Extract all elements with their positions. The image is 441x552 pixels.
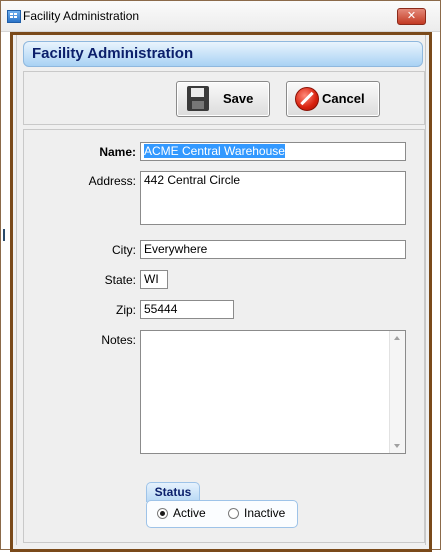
title-bar[interactable]: Facility Administration ✕ xyxy=(1,1,440,32)
facility-admin-window: Facility Administration ✕ Facility Admin… xyxy=(0,0,441,552)
city-input[interactable]: Everywhere xyxy=(140,240,406,259)
name-input-value: ACME Central Warehouse xyxy=(144,144,285,158)
notes-textarea[interactable] xyxy=(140,330,406,454)
address-input-value: 442 Central Circle xyxy=(144,173,241,187)
close-button[interactable]: ✕ xyxy=(397,8,426,25)
left-edge-mark xyxy=(3,229,5,241)
dialog-body: Facility Administration Save Cancel Name… xyxy=(16,35,426,545)
inactive-radio[interactable] xyxy=(228,508,239,519)
zip-label: Zip: xyxy=(115,303,136,317)
state-label: State: xyxy=(104,273,136,287)
cancel-button[interactable]: Cancel xyxy=(286,81,380,117)
state-input-value: WI xyxy=(144,272,159,286)
notes-scrollbar[interactable] xyxy=(389,331,405,453)
address-label: Address: xyxy=(88,174,136,188)
form-panel: Name: ACME Central Warehouse Address: 44… xyxy=(23,129,425,543)
city-input-value: Everywhere xyxy=(144,242,208,256)
header-banner: Facility Administration xyxy=(23,41,423,67)
zip-input-value: 55444 xyxy=(144,302,178,316)
floppy-disk-icon xyxy=(187,86,209,111)
zip-input[interactable]: 55444 xyxy=(140,300,234,319)
toolbar-panel: Save Cancel xyxy=(23,71,425,125)
cancel-icon xyxy=(295,87,319,111)
window-title: Facility Administration xyxy=(23,9,140,23)
active-radio[interactable] xyxy=(157,508,168,519)
status-group-title: Status xyxy=(146,482,200,502)
status-radio-group: Active Inactive xyxy=(146,500,298,528)
active-radio-label[interactable]: Active xyxy=(173,506,206,520)
address-input[interactable]: 442 Central Circle xyxy=(140,171,406,225)
scroll-down-icon[interactable] xyxy=(394,444,400,448)
city-label: City: xyxy=(112,243,136,257)
save-button-label: Save xyxy=(223,91,254,106)
notes-label: Notes: xyxy=(101,333,136,347)
app-icon xyxy=(7,10,21,23)
state-input[interactable]: WI xyxy=(140,270,168,289)
dialog-frame: Facility Administration Save Cancel Name… xyxy=(10,32,432,552)
scroll-up-icon[interactable] xyxy=(394,336,400,340)
header-title: Facility Administration xyxy=(32,45,194,62)
inactive-radio-label[interactable]: Inactive xyxy=(244,506,285,520)
name-label: Name: xyxy=(99,145,136,159)
name-input[interactable]: ACME Central Warehouse xyxy=(140,142,406,161)
save-button[interactable]: Save xyxy=(176,81,270,117)
cancel-button-label: Cancel xyxy=(322,91,365,106)
